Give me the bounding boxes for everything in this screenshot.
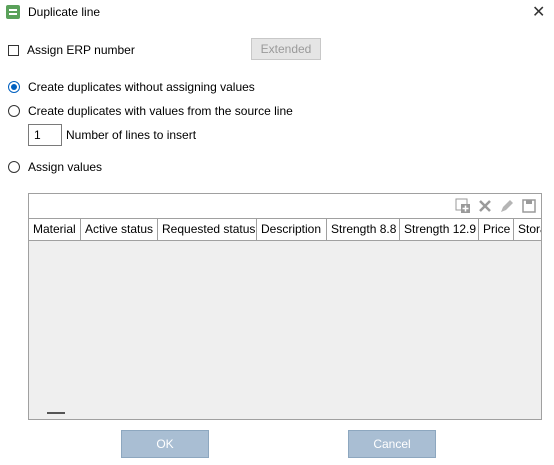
option-source-values[interactable]: Create duplicates with values from the s…: [8, 104, 293, 118]
column-header[interactable]: Price: [479, 219, 514, 240]
assign-erp-label: Assign ERP number: [27, 43, 135, 57]
radio-no-values[interactable]: [8, 81, 20, 93]
radio-source-values[interactable]: [8, 105, 20, 117]
column-header[interactable]: Requested status: [158, 219, 257, 240]
window-title: Duplicate line: [28, 5, 101, 19]
cancel-button[interactable]: Cancel: [348, 430, 436, 458]
assign-erp-row[interactable]: Assign ERP number: [8, 43, 135, 57]
ok-button[interactable]: OK: [121, 430, 209, 458]
horizontal-scrollbar[interactable]: [47, 412, 65, 414]
option-no-values-label: Create duplicates without assigning valu…: [28, 80, 255, 94]
app-icon: [6, 5, 20, 19]
grid-header: Material Active status Requested status …: [29, 218, 541, 241]
edit-icon[interactable]: [499, 198, 515, 214]
add-row-icon[interactable]: [455, 198, 471, 214]
title-bar: Duplicate line ✕: [0, 0, 554, 28]
extended-button[interactable]: Extended: [251, 38, 321, 60]
option-assign-values[interactable]: Assign values: [8, 160, 102, 174]
delete-icon[interactable]: [477, 198, 493, 214]
grid-toolbar: [29, 194, 541, 218]
assign-erp-checkbox[interactable]: [8, 44, 19, 56]
column-header[interactable]: Description: [257, 219, 327, 240]
column-header[interactable]: Stora: [514, 219, 541, 240]
option-assign-values-label: Assign values: [28, 160, 103, 174]
values-grid: Material Active status Requested status …: [28, 193, 542, 420]
option-no-values[interactable]: Create duplicates without assigning valu…: [8, 80, 255, 94]
column-header[interactable]: Strength 8.8: [327, 219, 400, 240]
radio-assign-values[interactable]: [8, 161, 20, 173]
lines-to-insert-label: Number of lines to insert: [66, 128, 197, 142]
column-header[interactable]: Active status: [81, 219, 158, 240]
column-header[interactable]: Strength 12.9: [400, 219, 479, 240]
grid-body[interactable]: [29, 241, 541, 401]
close-icon[interactable]: ✕: [532, 2, 545, 22]
lines-to-insert-input[interactable]: 1: [28, 124, 62, 146]
column-header[interactable]: Material: [29, 219, 81, 240]
option-source-values-label: Create duplicates with values from the s…: [28, 104, 293, 118]
save-icon[interactable]: [521, 198, 537, 214]
